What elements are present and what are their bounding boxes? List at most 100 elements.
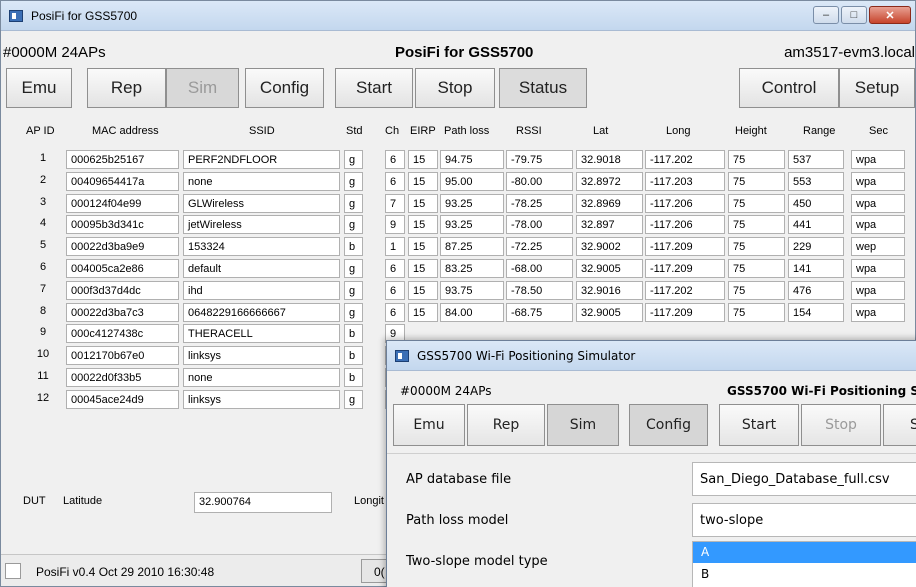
table-cell-rssi[interactable]: -72.25	[506, 237, 573, 256]
config-button[interactable]: Config	[245, 68, 324, 108]
sim-config-button[interactable]: Config	[629, 404, 708, 446]
sim-sim-button[interactable]: Sim	[547, 404, 619, 446]
table-cell-mac[interactable]: 000c4127438c	[66, 324, 179, 343]
table-cell-std[interactable]: b	[344, 324, 363, 343]
table-cell-lat[interactable]: 32.9005	[576, 303, 643, 322]
table-cell-eirp[interactable]: 15	[408, 281, 438, 300]
table-cell-range[interactable]: 553	[788, 172, 844, 191]
table-cell-h[interactable]: 75	[728, 237, 785, 256]
table-cell-mac[interactable]: 000625b25167	[66, 150, 179, 169]
table-cell-pl[interactable]: 93.25	[440, 194, 504, 213]
table-cell-lat[interactable]: 32.9002	[576, 237, 643, 256]
table-cell-pl[interactable]: 93.25	[440, 215, 504, 234]
stop-button[interactable]: Stop	[415, 68, 495, 108]
two-slope-type-list[interactable]: A B	[692, 541, 916, 587]
sim-emu-button[interactable]: Emu	[393, 404, 465, 446]
status-button[interactable]: Status	[499, 68, 587, 108]
table-cell-range[interactable]: 441	[788, 215, 844, 234]
table-cell-ch[interactable]: 6	[385, 150, 405, 169]
setup-button[interactable]: Setup	[839, 68, 915, 108]
table-cell-lat[interactable]: 32.8972	[576, 172, 643, 191]
table-cell-pl[interactable]: 95.00	[440, 172, 504, 191]
sim-rep-button[interactable]: Rep	[467, 404, 545, 446]
table-cell-std[interactable]: b	[344, 237, 363, 256]
table-cell-lon[interactable]: -117.206	[645, 215, 725, 234]
table-cell-h[interactable]: 75	[728, 194, 785, 213]
dut-latitude-field[interactable]: 32.900764	[194, 492, 332, 513]
table-cell-lat[interactable]: 32.9005	[576, 259, 643, 278]
table-cell-std[interactable]: g	[344, 172, 363, 191]
table-cell-std[interactable]: g	[344, 390, 363, 409]
table-cell-lon[interactable]: -117.202	[645, 281, 725, 300]
table-cell-eirp[interactable]: 15	[408, 237, 438, 256]
table-cell-ch[interactable]: 6	[385, 172, 405, 191]
table-cell-sec[interactable]: wpa	[851, 281, 905, 300]
table-cell-lon[interactable]: -117.202	[645, 150, 725, 169]
table-cell-rssi[interactable]: -80.00	[506, 172, 573, 191]
rep-button[interactable]: Rep	[87, 68, 166, 108]
table-cell-h[interactable]: 75	[728, 150, 785, 169]
emu-button[interactable]: Emu	[6, 68, 72, 108]
table-cell-ssid[interactable]: PERF2NDFLOOR	[183, 150, 340, 169]
table-cell-ssid[interactable]: linksys	[183, 346, 340, 365]
table-cell-std[interactable]: g	[344, 303, 363, 322]
table-cell-std[interactable]: g	[344, 281, 363, 300]
table-cell-sec[interactable]: wpa	[851, 194, 905, 213]
table-cell-std[interactable]: g	[344, 259, 363, 278]
table-cell-mac[interactable]: 00022d3ba7c3	[66, 303, 179, 322]
table-cell-mac[interactable]: 000124f04e99	[66, 194, 179, 213]
sim-button[interactable]: Sim	[166, 68, 239, 108]
ap-database-field[interactable]: San_Diego_Database_full.csv	[692, 462, 916, 496]
table-cell-sec[interactable]: wpa	[851, 215, 905, 234]
maximize-button[interactable]: □	[841, 6, 867, 24]
table-cell-mac[interactable]: 00022d0f33b5	[66, 368, 179, 387]
sim-stop-button[interactable]: Stop	[801, 404, 881, 446]
table-cell-lon[interactable]: -117.209	[645, 237, 725, 256]
table-cell-mac[interactable]: 00095b3d341c	[66, 215, 179, 234]
table-cell-ssid[interactable]: GLWireless	[183, 194, 340, 213]
table-cell-ssid[interactable]: none	[183, 172, 340, 191]
table-cell-std[interactable]: b	[344, 346, 363, 365]
model-type-option-b[interactable]: B	[693, 563, 916, 583]
table-cell-ssid[interactable]: 0648229166666667	[183, 303, 340, 322]
table-cell-ch[interactable]: 9	[385, 215, 405, 234]
table-cell-ch[interactable]: 6	[385, 281, 405, 300]
table-cell-range[interactable]: 229	[788, 237, 844, 256]
table-cell-ch[interactable]: 7	[385, 194, 405, 213]
table-cell-ch[interactable]: 6	[385, 303, 405, 322]
table-cell-rssi[interactable]: -78.00	[506, 215, 573, 234]
table-cell-rssi[interactable]: -68.75	[506, 303, 573, 322]
table-cell-range[interactable]: 450	[788, 194, 844, 213]
table-cell-sec[interactable]: wpa	[851, 259, 905, 278]
table-cell-eirp[interactable]: 15	[408, 150, 438, 169]
table-cell-eirp[interactable]: 15	[408, 303, 438, 322]
table-cell-mac[interactable]: 0012170b67e0	[66, 346, 179, 365]
table-cell-ch[interactable]: 6	[385, 259, 405, 278]
table-cell-lon[interactable]: -117.206	[645, 194, 725, 213]
table-cell-h[interactable]: 75	[728, 215, 785, 234]
table-cell-rssi[interactable]: -78.25	[506, 194, 573, 213]
table-cell-pl[interactable]: 84.00	[440, 303, 504, 322]
table-cell-std[interactable]: g	[344, 194, 363, 213]
table-cell-h[interactable]: 75	[728, 281, 785, 300]
table-cell-mac[interactable]: 00045ace24d9	[66, 390, 179, 409]
table-cell-ssid[interactable]: THERACELL	[183, 324, 340, 343]
table-cell-rssi[interactable]: -68.00	[506, 259, 573, 278]
start-button[interactable]: Start	[335, 68, 413, 108]
table-cell-eirp[interactable]: 15	[408, 215, 438, 234]
table-cell-ch[interactable]: 1	[385, 237, 405, 256]
model-type-option-a[interactable]: A	[693, 542, 916, 563]
table-cell-ssid[interactable]: jetWireless	[183, 215, 340, 234]
table-cell-std[interactable]: b	[344, 368, 363, 387]
table-cell-range[interactable]: 537	[788, 150, 844, 169]
table-cell-mac[interactable]: 00022d3ba9e9	[66, 237, 179, 256]
table-cell-pl[interactable]: 93.75	[440, 281, 504, 300]
sim-status-button[interactable]: S	[883, 404, 916, 446]
table-cell-sec[interactable]: wep	[851, 237, 905, 256]
table-cell-mac[interactable]: 000f3d37d4dc	[66, 281, 179, 300]
control-button[interactable]: Control	[739, 68, 839, 108]
table-cell-h[interactable]: 75	[728, 259, 785, 278]
table-cell-eirp[interactable]: 15	[408, 194, 438, 213]
table-cell-std[interactable]: g	[344, 215, 363, 234]
table-cell-ssid[interactable]: default	[183, 259, 340, 278]
